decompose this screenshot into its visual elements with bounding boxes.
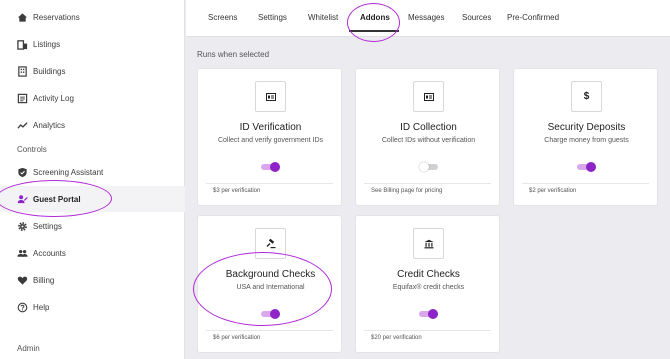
sidebar-item-label: Guest Portal [33, 194, 81, 204]
addon-card-security-deposits: $ Security Deposits Charge money from gu… [513, 68, 658, 206]
home-icon [17, 12, 28, 23]
sidebar-item-label: Listings [33, 39, 61, 49]
addon-toggle[interactable] [419, 162, 438, 172]
card-title: Background Checks [225, 269, 316, 280]
card-price: See Billing page for pricing [371, 188, 443, 194]
sidebar-item-help[interactable]: Help [0, 294, 185, 320]
admin-section-label: Admin [17, 344, 40, 353]
card-divider [206, 183, 333, 184]
addon-card-credit-checks: Credit Checks Equifax® credit checks $20… [355, 215, 500, 353]
addon-toggle[interactable] [577, 162, 596, 172]
card-title: Credit Checks [397, 269, 460, 280]
tab-sources[interactable]: Sources [462, 13, 491, 22]
heart-icon [17, 275, 28, 286]
analytics-icon [17, 120, 28, 131]
sidebar-item-label: Billing [33, 275, 55, 285]
sidebar-item-label: Screening Assistant [33, 167, 104, 177]
tab-messages[interactable]: Messages [408, 13, 444, 22]
bank-icon [413, 228, 444, 259]
listings-icon [17, 39, 28, 50]
card-description: Equifax® credit checks [392, 284, 465, 291]
sidebar-item-accounts[interactable]: Accounts [0, 240, 185, 266]
sidebar-item-label: Analytics [33, 120, 66, 130]
tab-whitelist[interactable]: Whitelist [308, 13, 338, 22]
tabs-bar: Screens Settings Whitelist Addons Messag… [186, 0, 670, 37]
card-title: ID Collection [400, 122, 457, 133]
section-heading: Runs when selected [197, 50, 270, 59]
sidebar-item-screening-assistant[interactable]: Screening Assistant [0, 159, 185, 185]
dollar-icon: $ [571, 81, 602, 112]
sidebar-item-label: Accounts [33, 248, 66, 258]
addon-toggle[interactable] [261, 309, 280, 319]
tab-addons[interactable]: Addons [360, 13, 390, 22]
card-description: Collect and verify government IDs [217, 137, 324, 144]
log-icon [17, 93, 28, 104]
card-title: Security Deposits [547, 122, 626, 133]
gear-icon [17, 221, 28, 232]
sidebar-item-billing[interactable]: Billing [0, 267, 185, 293]
active-tab-indicator [349, 30, 399, 32]
tab-pre-confirmed[interactable]: Pre-Confirmed [507, 13, 559, 22]
id-card-icon [413, 81, 444, 112]
addon-card-id-verification: ID Verification Collect and verify gover… [197, 68, 342, 206]
addon-toggle[interactable] [419, 309, 438, 319]
sidebar-item-label: Reservations [33, 12, 80, 22]
main-content: Screens Settings Whitelist Addons Messag… [186, 0, 670, 359]
card-price: $6 per verification [213, 335, 261, 341]
sidebar-item-buildings[interactable]: Buildings [0, 58, 185, 84]
card-divider [364, 183, 491, 184]
controls-section-label: Controls [17, 145, 47, 154]
help-icon [17, 302, 28, 313]
sidebar-item-reservations[interactable]: Reservations [0, 4, 185, 30]
tab-settings[interactable]: Settings [258, 13, 287, 22]
sidebar-item-activity-log[interactable]: Activity Log [0, 85, 185, 111]
shield-icon [17, 167, 28, 178]
addon-card-background-checks: Background Checks USA and International … [197, 215, 342, 353]
sidebar-item-label: Settings [33, 221, 62, 231]
guest-icon [17, 194, 28, 205]
sidebar-item-label: Buildings [33, 66, 66, 76]
card-divider [206, 330, 333, 331]
sidebar-item-label: Activity Log [33, 93, 74, 103]
building-icon [17, 65, 28, 77]
sidebar-item-settings[interactable]: Settings [0, 213, 185, 239]
sidebar-item-analytics[interactable]: Analytics [0, 112, 185, 138]
card-description: Charge money from guests [544, 137, 629, 144]
card-divider [522, 183, 649, 184]
sidebar-item-guest-portal[interactable]: Guest Portal [0, 186, 185, 212]
card-description: USA and International [236, 284, 305, 291]
sidebar-item-listings[interactable]: Listings [0, 31, 185, 57]
card-divider [364, 330, 491, 331]
gavel-icon [255, 228, 286, 259]
tab-screens[interactable]: Screens [208, 13, 237, 22]
card-title: ID Verification [239, 122, 302, 133]
sidebar: Reservations Listings Buildings Activity… [0, 0, 185, 359]
card-price: $2 per verification [529, 188, 577, 194]
accounts-icon [17, 248, 28, 259]
card-description: Collect IDs without verification [381, 137, 476, 144]
card-price: $3 per verification [213, 188, 261, 194]
addon-card-id-collection: ID Collection Collect IDs without verifi… [355, 68, 500, 206]
addon-toggle[interactable] [261, 162, 280, 172]
card-price: $20 per verification [371, 335, 422, 341]
sidebar-item-label: Help [33, 302, 50, 312]
id-card-icon [255, 81, 286, 112]
